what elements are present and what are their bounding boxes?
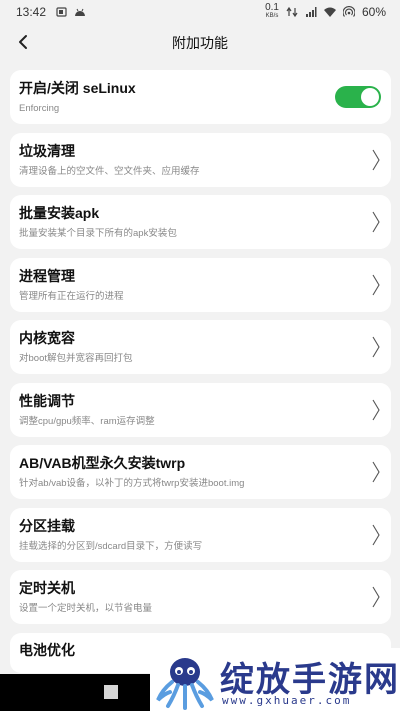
selinux-status: Enforcing <box>19 103 60 114</box>
status-bar: 13:42 0.1 KB/s 60% <box>0 0 400 24</box>
feature-list: 开启/关闭 seLinux Enforcing 垃圾清理 清理设备上的空文件、空… <box>10 70 391 681</box>
item-desc: 设置一个定时关机，以节省电量 <box>19 603 153 614</box>
item-title: 垃圾清理 <box>19 142 75 159</box>
item-title: 分区挂载 <box>19 517 75 534</box>
chevron-right-icon <box>372 586 380 608</box>
list-item-junk-clean[interactable]: 垃圾清理 清理设备上的空文件、空文件夹、应用缓存 <box>10 132 391 187</box>
selinux-toggle-switch[interactable] <box>335 86 381 108</box>
wifi-icon <box>323 7 336 17</box>
hotspot-icon <box>342 6 355 17</box>
chevron-left-icon <box>19 35 27 49</box>
item-title: 定时关机 <box>19 580 75 596</box>
status-time: 13:42 <box>16 5 47 19</box>
item-desc: 管理所有正在运行的进程 <box>19 290 124 302</box>
android-icon <box>75 8 86 16</box>
item-desc: 批量安装某个目录下所有的apk安装包 <box>19 228 177 239</box>
recents-button[interactable] <box>104 685 118 699</box>
net-speed: 0.1 KB/s <box>265 2 279 20</box>
chevron-right-icon <box>372 524 380 545</box>
site-watermark: 绽放手游网 www.gxhuaer.com <box>150 648 400 711</box>
octopus-logo-icon <box>156 658 214 710</box>
data-arrows-icon <box>286 6 298 18</box>
chevron-right-icon <box>372 274 380 295</box>
list-item-process-manager[interactable]: 进程管理 管理所有正在运行的进程 <box>10 257 391 312</box>
item-title: 内核宽容 <box>19 330 75 346</box>
list-item-performance[interactable]: 性能调节 调整cpu/gpu频率、ram运存调整 <box>10 382 391 437</box>
selinux-title: 开启/关闭 seLinux <box>19 80 136 96</box>
list-item-batch-install[interactable]: 批量安装apk 批量安装某个目录下所有的apk安装包 <box>10 195 391 249</box>
chevron-right-icon <box>372 149 380 170</box>
back-button[interactable] <box>12 30 34 54</box>
chevron-right-icon <box>372 461 380 483</box>
toggle-knob <box>361 88 379 106</box>
item-title: AB/VAB机型永久安装twrp <box>19 455 186 471</box>
battery-level: 60% <box>361 5 386 19</box>
item-desc: 调整cpu/gpu频率、ram运存调整 <box>19 415 155 427</box>
watermark-url: www.gxhuaer.com <box>222 694 352 707</box>
item-desc: 针对ab/vab设备，以补丁的方式将twrp安装进boot.img <box>19 478 245 489</box>
top-app-bar: 附加功能 <box>0 24 400 62</box>
chevron-right-icon <box>372 211 380 233</box>
item-desc: 挂载选择的分区到/sdcard目录下，方便读写 <box>19 540 203 552</box>
list-item-install-twrp[interactable]: AB/VAB机型永久安装twrp 针对ab/vab设备，以补丁的方式将twrp安… <box>10 445 391 499</box>
list-item-kernel-permissive[interactable]: 内核宽容 对boot解包并宽容再回打包 <box>10 320 391 374</box>
page-title: 附加功能 <box>172 35 228 51</box>
item-desc: 清理设备上的空文件、空文件夹、应用缓存 <box>19 165 200 177</box>
item-desc: 对boot解包并宽容再回打包 <box>19 353 133 364</box>
item-title: 批量安装apk <box>19 205 100 221</box>
item-title: 进程管理 <box>19 267 75 284</box>
chevron-right-icon <box>372 399 380 420</box>
sim-icon <box>56 7 67 17</box>
list-item-partition-mount[interactable]: 分区挂载 挂载选择的分区到/sdcard目录下，方便读写 <box>10 507 391 562</box>
list-item-scheduled-shutdown[interactable]: 定时关机 设置一个定时关机，以节省电量 <box>10 570 391 624</box>
item-title: 性能调节 <box>19 392 75 409</box>
chevron-right-icon <box>372 336 380 358</box>
signal-icon <box>305 7 317 17</box>
selinux-toggle-card: 开启/关闭 seLinux Enforcing <box>10 70 391 124</box>
